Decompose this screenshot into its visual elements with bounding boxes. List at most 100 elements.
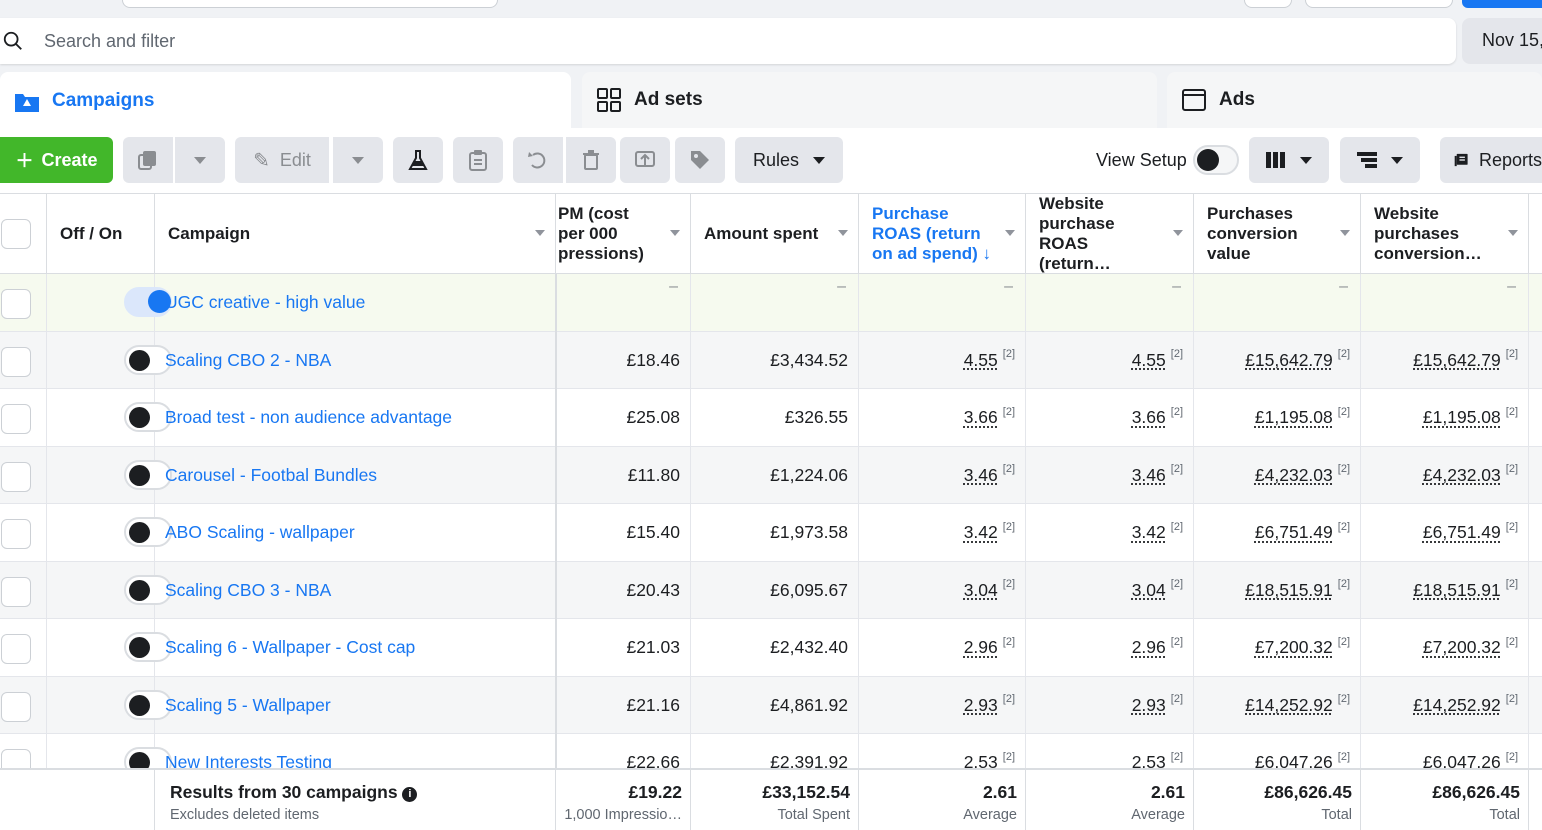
create-button[interactable]: ＋ Create [0, 137, 113, 183]
duplicate-button[interactable] [123, 137, 173, 183]
metric-value[interactable]: £14,252.92 [1245, 695, 1333, 716]
metric-value[interactable]: 3.42 [964, 522, 998, 543]
metric-value[interactable]: £18,515.91 [1245, 580, 1333, 601]
top-pill-medium[interactable] [1305, 0, 1453, 8]
footnote-marker[interactable]: [2] [1003, 636, 1015, 648]
duplicate-dropdown[interactable] [175, 137, 225, 183]
footnote-marker[interactable]: [2] [1506, 636, 1518, 648]
metric-value[interactable]: 4.55 [1132, 350, 1166, 371]
footnote-marker[interactable]: [2] [1506, 521, 1518, 533]
footnote-marker[interactable]: [2] [1171, 521, 1183, 533]
footnote-marker[interactable]: [2] [1171, 578, 1183, 590]
campaign-name-link[interactable]: Scaling 5 - Wallpaper [165, 695, 331, 716]
metric-value[interactable]: £15,642.79 [1413, 350, 1501, 371]
header-purchases-conversion-value[interactable]: Purchases conversion value [1194, 194, 1361, 274]
metric-value[interactable]: 2.93 [964, 695, 998, 716]
row-checkbox[interactable] [1, 519, 31, 549]
metric-value[interactable]: 4.55 [964, 350, 998, 371]
footnote-marker[interactable]: [2] [1171, 693, 1183, 705]
metric-value[interactable]: £1,195.08 [1423, 407, 1501, 428]
metric-value[interactable]: 3.42 [1132, 522, 1166, 543]
top-primary-button[interactable] [1462, 0, 1542, 8]
campaign-name-link[interactable]: UGC creative - high value [165, 292, 365, 313]
info-icon[interactable]: i [402, 787, 418, 802]
campaign-name-link[interactable]: Scaling CBO 3 - NBA [165, 580, 331, 601]
metric-value[interactable]: 2.96 [1132, 637, 1166, 658]
metric-value[interactable]: £18,515.91 [1413, 580, 1501, 601]
footnote-marker[interactable]: [2] [1506, 463, 1518, 475]
footnote-marker[interactable]: [2] [1338, 406, 1350, 418]
table-row[interactable]: Scaling 6 - Wallpaper - Cost cap £21.03 £2… [0, 619, 1542, 677]
metric-value[interactable]: 3.04 [1132, 580, 1166, 601]
footnote-marker[interactable]: [2] [1003, 463, 1015, 475]
footnote-marker[interactable]: [2] [1338, 463, 1350, 475]
row-checkbox[interactable] [1, 346, 31, 377]
footnote-marker[interactable]: [2] [1171, 636, 1183, 648]
footnote-marker[interactable]: [2] [1338, 751, 1350, 763]
footnote-marker[interactable]: [2] [1338, 636, 1350, 648]
edit-dropdown[interactable] [333, 137, 383, 183]
header-amount-spent[interactable]: Amount spent [691, 194, 859, 274]
footnote-marker[interactable]: [2] [1003, 521, 1015, 533]
metric-value[interactable]: 2.96 [964, 637, 998, 658]
reports-button[interactable]: Reports [1440, 137, 1542, 183]
footnote-marker[interactable]: [2] [1338, 578, 1350, 590]
metric-value[interactable]: £4,232.03 [1255, 465, 1333, 486]
row-checkbox[interactable] [1, 634, 31, 664]
campaign-name-link[interactable]: Scaling 6 - Wallpaper - Cost cap [165, 637, 415, 658]
rules-button[interactable]: Rules [735, 137, 843, 183]
footnote-marker[interactable]: [2] [1506, 406, 1518, 418]
table-row[interactable]: Broad test - non audience advantage £25.0… [0, 389, 1542, 447]
tab-ad-sets[interactable]: Ad sets [582, 72, 1157, 128]
edit-button[interactable]: ✎ Edit [235, 137, 329, 183]
metric-value[interactable]: £6,751.49 [1255, 522, 1333, 543]
delete-button[interactable] [566, 137, 616, 183]
metric-value[interactable]: 3.66 [964, 407, 998, 428]
metric-value[interactable]: 3.66 [1132, 407, 1166, 428]
metric-value[interactable]: £6,751.49 [1423, 522, 1501, 543]
date-range-button[interactable]: Nov 15, [1462, 18, 1542, 64]
footnote-marker[interactable]: [2] [1338, 521, 1350, 533]
footnote-marker[interactable]: [2] [1171, 348, 1183, 360]
campaign-name-link[interactable]: Scaling CBO 2 - NBA [165, 350, 331, 371]
table-row[interactable]: UGC creative - high value – – – – – – [0, 274, 1542, 332]
row-checkbox[interactable] [1, 289, 31, 319]
top-pill-small[interactable] [1244, 0, 1292, 8]
table-row[interactable]: Scaling CBO 2 - NBA £18.46 £3,434.52 4.55 [2… [0, 331, 1542, 389]
footnote-marker[interactable]: [2] [1171, 463, 1183, 475]
header-off-on[interactable]: Off / On [47, 194, 155, 274]
header-website-purchases-conversion[interactable]: Website purchases conversion… [1361, 194, 1529, 274]
header-purchase-roas[interactable]: Purchase ROAS (return on ad spend) ↓ [859, 194, 1026, 274]
metric-value[interactable]: £14,252.92 [1413, 695, 1501, 716]
metric-value[interactable]: £7,200.32 [1255, 637, 1333, 658]
footnote-marker[interactable]: [2] [1506, 751, 1518, 763]
footnote-marker[interactable]: [2] [1003, 348, 1015, 360]
search-input[interactable] [44, 28, 1424, 54]
footnote-marker[interactable]: [2] [1003, 406, 1015, 418]
header-cpm[interactable]: PM (cost per 000 pressions) [556, 194, 691, 274]
footnote-marker[interactable]: [2] [1171, 751, 1183, 763]
undo-button[interactable] [513, 137, 563, 183]
campaign-name-link[interactable]: Carousel - Footbal Bundles [165, 465, 377, 486]
metric-value[interactable]: 3.46 [1132, 465, 1166, 486]
tag-button[interactable] [675, 137, 725, 183]
row-checkbox[interactable] [1, 691, 31, 722]
columns-button[interactable] [1249, 137, 1329, 183]
row-checkbox[interactable] [1, 404, 31, 434]
table-row[interactable]: ABO Scaling - wallpaper £15.40 £1,973.58 3.… [0, 504, 1542, 562]
metric-value[interactable]: 2.93 [1132, 695, 1166, 716]
breakdown-button[interactable] [1340, 137, 1420, 183]
metric-value[interactable]: £7,200.32 [1423, 637, 1501, 658]
footnote-marker[interactable]: [2] [1506, 578, 1518, 590]
select-all-checkbox[interactable] [1, 219, 31, 249]
clipboard-button[interactable] [453, 137, 503, 183]
export-button[interactable] [620, 137, 670, 183]
header-campaign[interactable]: Campaign [155, 194, 556, 274]
top-pill[interactable] [122, 0, 498, 8]
tab-ads[interactable]: Ads [1167, 72, 1542, 128]
campaign-name-link[interactable]: ABO Scaling - wallpaper [165, 522, 355, 543]
footnote-marker[interactable]: [2] [1003, 578, 1015, 590]
header-website-purchase-roas[interactable]: Website purchase ROAS (return… [1026, 194, 1194, 274]
footnote-marker[interactable]: [2] [1003, 751, 1015, 763]
footnote-marker[interactable]: [2] [1338, 693, 1350, 705]
